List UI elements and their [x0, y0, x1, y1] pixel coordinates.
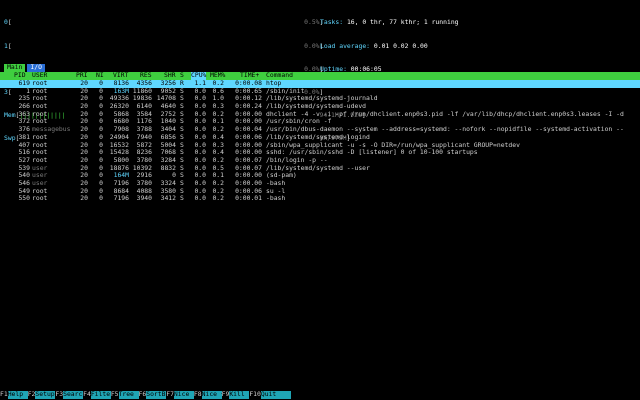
process-table-header: PID USER PRI NI VIRT RES SHR S CPU% MEM%… [0, 71, 640, 80]
fkey-key: F4 [83, 390, 91, 398]
mem-cell: 0.2 [212, 194, 224, 203]
virt-cell: 7196 [113, 194, 129, 203]
load-value: 0.01 0.02 0.00 [373, 41, 428, 50]
table-row[interactable]: 539 user 20 0 18876 10392 8832 S 0.0 0.5 0:00.07/l… [0, 164, 640, 173]
fkey-label: Help [7, 390, 28, 399]
fkey-label: Search [63, 390, 87, 399]
load-label: Load average: [320, 41, 374, 50]
fkey-label: Filter [90, 390, 114, 399]
fkey-label: Tree [118, 390, 139, 399]
process-list[interactable]: 619 root 20 0 8136 4356 3256 R 1.1 0.2 0:00.08 htop… [0, 79, 640, 203]
state-cell: S [180, 194, 184, 203]
fkey-nice[interactable]: F7Nice - [166, 390, 198, 399]
fkey-key: F5 [110, 390, 119, 398]
fkey-tree[interactable]: F5Tree [110, 390, 139, 399]
fkey-label: Quit [260, 390, 291, 399]
fkey-quit[interactable]: F10Quit [249, 390, 291, 399]
fkey-key: F3 [55, 390, 64, 398]
tasks-value: 16, 0 thr, 77 kthr; 1 running [346, 18, 459, 27]
fkey-nice[interactable]: F8Nice + [193, 390, 225, 399]
shr-cell: 3412 [160, 194, 176, 203]
fkey-key: F8 [193, 390, 202, 398]
system-stats: Tasks: 16, 0 thr, 77 kthr; 1 running Loa… [320, 4, 459, 81]
fkey-sortby[interactable]: F6SortBy [138, 390, 170, 399]
function-key-bar: F1Help F2SetupF3SearchF4FilterF5Tree F6Sor… [0, 390, 640, 399]
table-row[interactable]: 540 user 20 0 164M 2916 0 S 0.0 0.1 0:00.00 (sd-pam… [0, 172, 640, 180]
fkey-filter[interactable]: F4Filter [83, 390, 114, 399]
pri-cell: 20 [80, 194, 88, 203]
fkey-kill[interactable]: F9Kill [221, 390, 250, 399]
table-row[interactable]: 546 user 20 0 7196 3780 3324 S 0.0 0.2 0:00.00 -bas… [0, 179, 640, 188]
fkey-key: F7 [166, 390, 174, 398]
tasks-label: Tasks: [320, 18, 347, 27]
cpu-meter-1: 1[ 0.0%] [4, 41, 324, 50]
fkey-label: Nice + [201, 390, 225, 399]
cpu-cell: 0.0 [194, 194, 206, 203]
ni-cell: 0 [99, 194, 103, 203]
fkey-setup[interactable]: F2Setup [27, 390, 56, 399]
pid-cell: 550 [18, 194, 30, 203]
cpu-value: 0.5% [304, 18, 320, 27]
fkey-key: F9 [221, 390, 230, 398]
fkey-label: Nice - [173, 390, 198, 399]
user-cell: root [32, 194, 48, 203]
table-row[interactable]: 619 root 20 0 8136 4356 3256 R 1.1 0.2 0:00.08 htop [0, 79, 640, 88]
time-cell: 0:00.01 [235, 194, 262, 203]
res-cell: 3940 [136, 194, 152, 203]
fkey-help[interactable]: F1Help [0, 390, 28, 399]
fkey-search[interactable]: F3Search [55, 390, 87, 399]
cpu-meter-0: 0[ 0.5%] [4, 18, 324, 27]
fkey-label: Setup [35, 390, 56, 399]
command-cell: -bash [266, 194, 286, 203]
fkey-label: Kill [229, 390, 250, 399]
fkey-label: SortBy [146, 390, 170, 399]
fkey-key: F2 [27, 390, 36, 398]
table-row[interactable]: 550 root 20 0 7196 3940 3412 S 0.0 0.2 0:00.01 -bas… [0, 195, 640, 203]
table-row[interactable]: 549 root 20 0 8684 4088 3580 S 0.0 0.2 0:00.06 su -… [0, 187, 640, 196]
fkey-key: F10 [249, 390, 261, 398]
fkey-key: F6 [138, 390, 147, 398]
fkey-key: F1 [0, 390, 8, 398]
